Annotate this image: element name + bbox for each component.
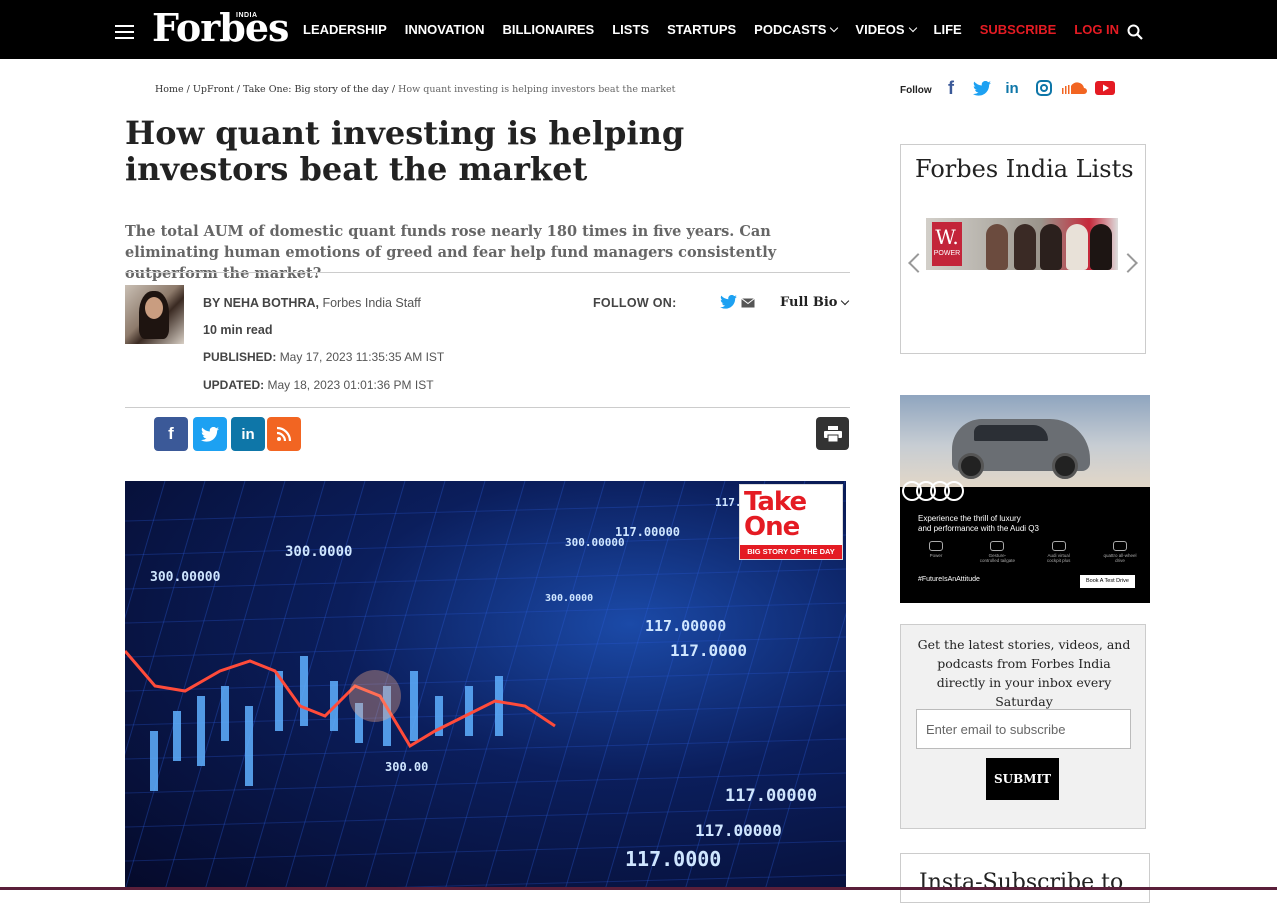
trend-line xyxy=(125,650,556,749)
share-linkedin-button[interactable]: in xyxy=(231,417,265,451)
ticker-value: 117.00000 xyxy=(645,617,726,635)
full-bio-button[interactable]: Full Bio xyxy=(780,295,850,310)
nav-item-podcasts[interactable]: PODCASTS xyxy=(754,22,839,37)
facebook-icon: f xyxy=(168,424,174,443)
author-twitter-icon[interactable] xyxy=(720,295,737,309)
insta-title: Insta-Subscribe to xyxy=(919,870,1124,895)
breadcrumb-current: How quant investing is helping investors… xyxy=(398,84,676,95)
chevron-down-icon xyxy=(841,296,850,305)
ticker-value: 300.0000 xyxy=(285,544,352,560)
main-nav: LEADERSHIP INNOVATION BILLIONAIRES LISTS STA… xyxy=(303,0,1137,59)
breadcrumb: Home / UpFront / Take One: Big story of … xyxy=(155,84,676,95)
follow-on-label: FOLLOW ON: xyxy=(593,296,677,310)
audi-logo xyxy=(902,481,964,501)
audi-ad-banner[interactable]: Experience the thrill of luxury and perfo… xyxy=(900,395,1150,603)
nav-item-life[interactable]: LIFE xyxy=(934,22,962,37)
updated-date: UPDATED: May 18, 2023 01:01:36 PM IST xyxy=(203,378,434,392)
ticker-value: 117.0000 xyxy=(625,847,721,871)
ticker-value: 300.00000 xyxy=(150,570,221,585)
ticker-value: 300.00000 xyxy=(565,536,625,549)
article-subhead: The total AUM of domestic quant funds ro… xyxy=(125,223,777,282)
nav-item-videos[interactable]: VIDEOS xyxy=(855,22,917,37)
newsletter-widget: Get the latest stories, videos, and podc… xyxy=(900,624,1146,829)
divider xyxy=(125,272,850,273)
ticker-value: 300.0000 xyxy=(545,593,593,604)
article-headline: How quant investing is helping investors… xyxy=(125,114,685,188)
book-test-drive-button[interactable]: Book A Test Drive xyxy=(1080,575,1135,588)
email-field[interactable] xyxy=(916,709,1131,749)
nav-item-innovation[interactable]: INNOVATION xyxy=(405,22,485,37)
follow-label: Follow xyxy=(900,85,932,96)
print-button[interactable] xyxy=(816,417,849,450)
take-one-badge: Take One BIG STORY OF THE DAY xyxy=(739,484,843,560)
share-twitter-button[interactable] xyxy=(193,417,227,451)
author-name[interactable]: BY NEHA BOTHRA, xyxy=(203,296,319,310)
soundcloud-icon[interactable] xyxy=(1060,79,1088,97)
nav-item-startups[interactable]: STARTUPS xyxy=(667,22,736,37)
breadcrumb-home[interactable]: Home xyxy=(155,84,184,95)
author-avatar[interactable] xyxy=(125,285,184,344)
twitter-icon xyxy=(201,426,219,442)
printer-icon xyxy=(823,425,842,442)
share-rss-button[interactable] xyxy=(267,417,301,451)
ticker-value: 117.00000 xyxy=(695,821,782,840)
nav-item-leadership[interactable]: LEADERSHIP xyxy=(303,22,387,37)
breadcrumb-subsection[interactable]: Take One: Big story of the day xyxy=(243,84,389,95)
linkedin-icon: in xyxy=(241,425,255,443)
twitter-icon[interactable] xyxy=(972,79,992,97)
rss-icon xyxy=(276,426,292,442)
instagram-icon[interactable] xyxy=(1034,79,1054,97)
lists-carousel-image[interactable]: W. POWER xyxy=(926,218,1118,270)
author-byline: BY NEHA BOTHRA, Forbes India Staff xyxy=(203,296,421,310)
ticker-value: 300.00 xyxy=(385,760,428,774)
forbes-lists-widget: Forbes India Lists W. POWER xyxy=(900,144,1146,354)
chevron-down-icon xyxy=(830,23,839,32)
linkedin-icon[interactable]: in xyxy=(1002,79,1022,97)
chevron-down-icon xyxy=(908,23,917,32)
market-chart-graphic: 300.0000300.00000117.00000117.0000117.00… xyxy=(125,481,846,890)
nav-item-log-in[interactable]: LOG IN xyxy=(1074,22,1119,37)
logo-edition: INDIA xyxy=(236,12,258,19)
read-time: 10 min read xyxy=(203,323,273,337)
insta-subscribe-widget: Insta-Subscribe to xyxy=(900,853,1150,903)
ticker-value: 117.00000 xyxy=(725,786,817,806)
published-date: PUBLISHED: May 17, 2023 11:35:35 AM IST xyxy=(203,350,445,364)
forbes-logo[interactable]: Forbes xyxy=(152,6,289,50)
hero-image: 300.0000300.00000117.00000117.0000117.00… xyxy=(125,481,846,890)
breadcrumb-section[interactable]: UpFront xyxy=(193,84,234,95)
share-facebook-button[interactable]: f xyxy=(154,417,188,451)
submit-button[interactable]: SUBMIT xyxy=(986,758,1059,800)
top-navbar: Forbes INDIA LEADERSHIP INNOVATION BILLION… xyxy=(0,0,1277,59)
car-image xyxy=(952,419,1090,479)
author-role: Forbes India Staff xyxy=(322,296,421,310)
nav-item-lists[interactable]: LISTS xyxy=(612,22,649,37)
carousel-prev-icon[interactable] xyxy=(908,253,928,273)
ticker-value: 117.0000 xyxy=(670,641,747,660)
author-email-icon[interactable] xyxy=(741,298,755,308)
nav-item-subscribe[interactable]: SUBSCRIBE xyxy=(980,22,1057,37)
divider xyxy=(125,407,850,408)
newsletter-text: Get the latest stories, videos, and podc… xyxy=(917,637,1131,709)
ticker-value: 117.00000 xyxy=(615,525,680,539)
menu-icon[interactable] xyxy=(115,25,134,39)
carousel-next-icon[interactable] xyxy=(1118,253,1138,273)
facebook-icon[interactable]: f xyxy=(941,78,961,98)
search-icon[interactable] xyxy=(1127,24,1143,40)
lists-title: Forbes India Lists xyxy=(915,155,1134,183)
nav-item-billionaires[interactable]: BILLIONAIRES xyxy=(502,22,594,37)
youtube-icon[interactable] xyxy=(1095,79,1115,97)
